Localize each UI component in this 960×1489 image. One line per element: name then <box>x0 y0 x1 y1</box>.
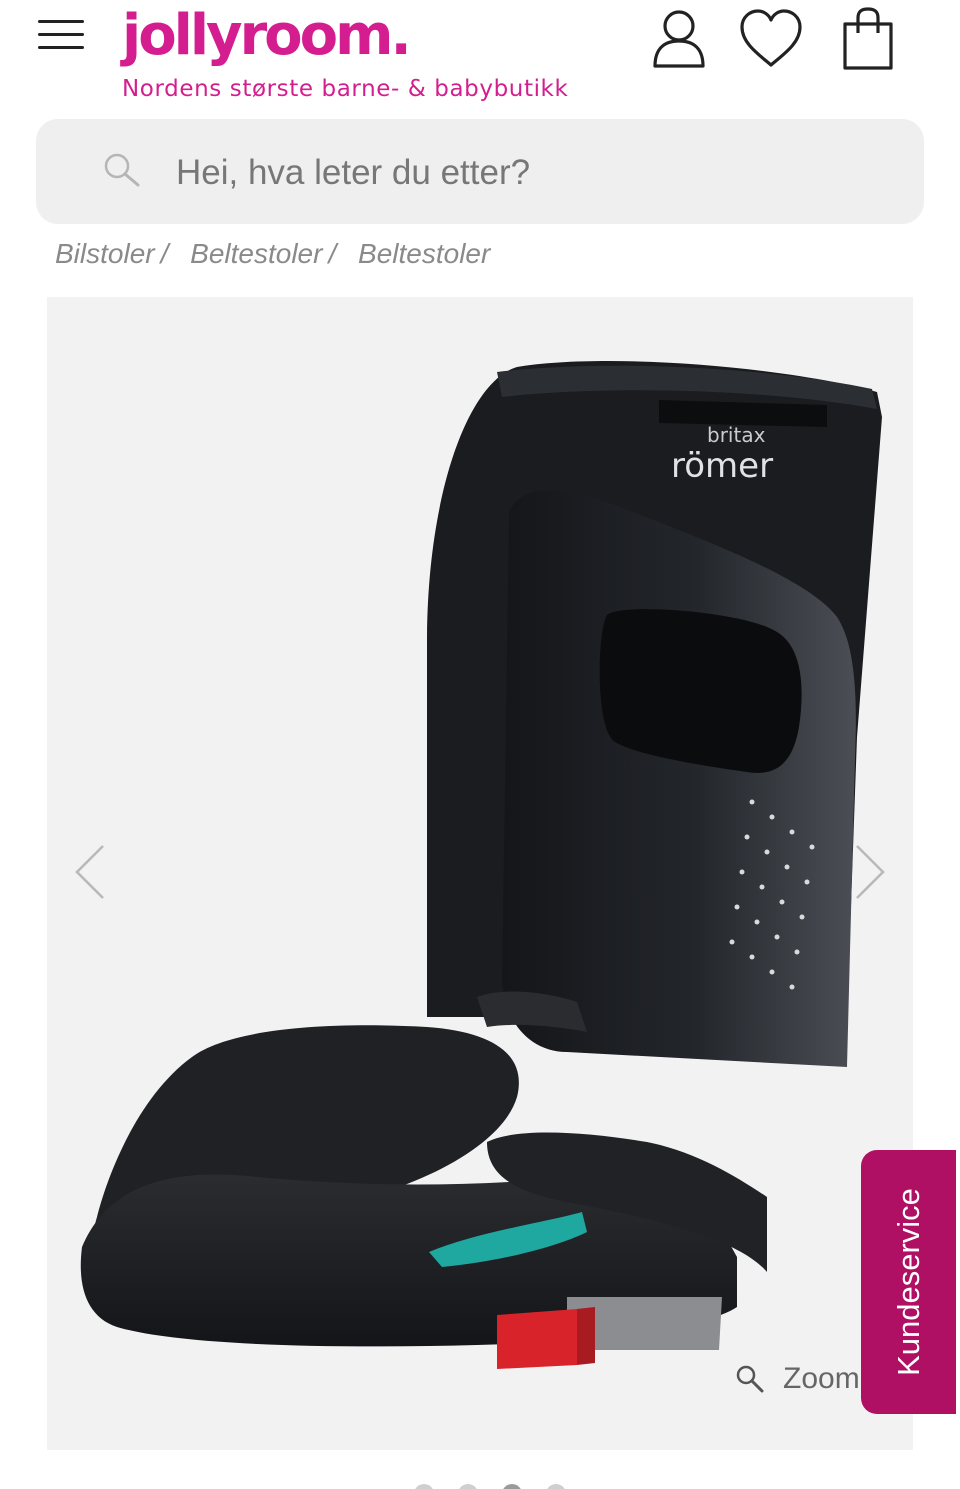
carousel-dot-active[interactable] <box>502 1484 522 1489</box>
account-icon[interactable] <box>650 8 708 75</box>
prev-arrow-icon[interactable] <box>73 842 107 907</box>
search-bar[interactable]: Hei, hva leter du etter? <box>36 119 924 224</box>
product-gallery[interactable]: britax römer Zoom <box>47 297 913 1450</box>
search-icon <box>102 151 142 196</box>
next-arrow-icon[interactable] <box>853 842 887 907</box>
customer-service-label: Kundeservice <box>890 1188 926 1376</box>
breadcrumb-item[interactable]: Beltestoler <box>358 238 490 269</box>
carousel-dot[interactable] <box>414 1484 434 1489</box>
carousel-dots <box>0 1484 960 1489</box>
zoom-label: Zoom <box>783 1362 860 1395</box>
cart-bag-icon[interactable] <box>840 6 896 77</box>
breadcrumb-separator: / <box>328 238 337 269</box>
carousel-dot[interactable] <box>546 1484 566 1489</box>
heart-icon[interactable] <box>738 8 804 75</box>
zoom-icon <box>736 1365 764 1393</box>
breadcrumb-separator: / <box>160 238 169 269</box>
product-logo-romer: römer <box>671 446 773 486</box>
tagline: Nordens største barne- & babybutikk <box>122 76 569 102</box>
breadcrumb: Bilstoler / Beltestoler / Beltestoler <box>55 238 490 270</box>
product-logo-britax: britax <box>707 423 766 447</box>
breadcrumb-item[interactable]: Beltestoler <box>190 238 322 269</box>
breadcrumb-item[interactable]: Bilstoler <box>55 238 155 269</box>
menu-icon[interactable] <box>38 20 84 50</box>
logo[interactable]: jollyroom. <box>122 0 412 76</box>
header: jollyroom. Nordens største barne- & baby… <box>0 0 960 115</box>
carousel-dot[interactable] <box>458 1484 478 1489</box>
product-image[interactable]: britax römer <box>47 297 913 1450</box>
customer-service-tab[interactable]: Kundeservice <box>861 1150 956 1414</box>
search-input[interactable]: Hei, hva leter du etter? <box>176 153 530 193</box>
zoom-button[interactable]: Zoom <box>735 1362 860 1396</box>
